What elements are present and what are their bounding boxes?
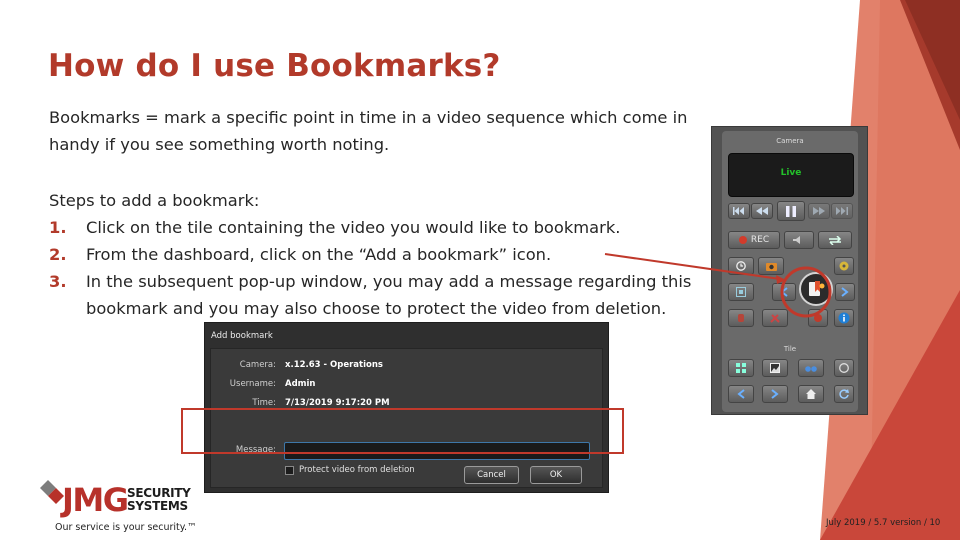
grid-icon (736, 363, 746, 373)
info-button[interactable] (834, 309, 854, 327)
tile-sequence-button[interactable] (798, 359, 824, 377)
tile-next-button[interactable] (762, 385, 788, 403)
tile-layout-button[interactable] (728, 359, 754, 377)
time-label: Time: (252, 398, 276, 408)
logo-brand-line2: SYSTEMS (127, 499, 188, 513)
chevron-left-icon (737, 389, 745, 399)
skip-back-button[interactable] (728, 203, 750, 219)
intro-text: Bookmarks = mark a specific point in tim… (49, 108, 688, 154)
live-status: Live (780, 168, 802, 178)
record-icon (738, 236, 747, 244)
info-icon (838, 312, 850, 324)
skip-back-icon (733, 207, 744, 215)
camera-panel-title: Camera (776, 137, 804, 145)
username-value: Admin (285, 379, 316, 389)
step-number: 2. (49, 245, 67, 264)
live-display: Live (728, 153, 854, 197)
step-number: 1. (49, 218, 67, 237)
logo-brand-text: SECURITY SYSTEMS (127, 487, 191, 513)
export-button[interactable] (834, 257, 854, 275)
username-label: Username: (229, 379, 276, 389)
cancel-button[interactable]: Cancel (464, 466, 519, 484)
mute-icon (793, 236, 800, 244)
home-icon (806, 389, 816, 399)
fullscreen-button[interactable] (728, 283, 754, 301)
record-button[interactable]: REC (728, 231, 780, 249)
tile-refresh-button[interactable] (834, 385, 854, 403)
step-text: From the dashboard, click on the “Add a … (86, 245, 552, 264)
logo-tagline: Our service is your security.™ (55, 522, 197, 533)
fast-forward-button[interactable] (808, 203, 830, 219)
tools-icon (770, 314, 780, 323)
rewind-button[interactable] (751, 203, 773, 219)
alarm-button[interactable] (808, 309, 828, 327)
logo-brand-main: JMG (62, 481, 129, 519)
pause-button[interactable] (777, 201, 805, 221)
footer-text: July 2019 / 5.7 version / 10 (826, 518, 941, 528)
protect-video-label: Protect video from deletion (299, 465, 415, 475)
refresh-icon (839, 389, 849, 399)
tools-button[interactable] (762, 309, 788, 327)
tile-section-label: Tile (783, 345, 797, 353)
time-button[interactable] (728, 257, 754, 275)
hand-icon (738, 314, 744, 322)
snapshot-button[interactable] (758, 257, 784, 275)
slide-title: How do I use Bookmarks? (48, 48, 501, 84)
tile-clear-button[interactable] (834, 359, 854, 377)
clear-icon (839, 363, 849, 373)
bookmark-icon (809, 281, 825, 296)
message-highlight-box (181, 408, 624, 454)
step-item: 2. From the dashboard, click on the “Add… (49, 241, 729, 268)
camera-dashboard-panel: Camera Live REC Tile (711, 126, 868, 415)
switch-button[interactable] (818, 231, 852, 249)
disc-icon (839, 261, 849, 271)
steps-heading: Steps to add a bookmark: (49, 191, 260, 210)
tile-image-button[interactable] (762, 359, 788, 377)
step-number: 3. (49, 272, 67, 291)
chevron-right-icon (771, 389, 779, 399)
step-item: 1. Click on the tile containing the vide… (49, 214, 729, 241)
fast-forward-icon (813, 207, 825, 215)
record-label: REC (750, 235, 770, 245)
previous-button[interactable] (772, 283, 796, 301)
skip-forward-button[interactable] (831, 203, 853, 219)
steps-list: Steps to add a bookmark: 1. Click on the… (49, 187, 729, 322)
fullscreen-icon (736, 287, 746, 297)
pause-icon (786, 205, 796, 217)
audio-button[interactable] (784, 231, 814, 249)
image-icon (770, 363, 780, 373)
camera-value: x.12.63 - Operations (285, 360, 383, 370)
tile-home-button[interactable] (798, 385, 824, 403)
step-text: In the subsequent pop-up window, you may… (86, 272, 692, 318)
step-item: 3. In the subsequent pop-up window, you … (49, 268, 729, 322)
ok-button[interactable]: OK (530, 466, 582, 484)
alarm-icon (814, 314, 822, 322)
next-button[interactable] (835, 283, 855, 301)
add-bookmark-button[interactable] (799, 272, 833, 306)
binoculars-icon (805, 366, 817, 372)
camera-controls: Camera Live REC Tile (722, 131, 858, 412)
swap-icon (829, 235, 842, 245)
step-text: Click on the tile containing the video y… (86, 218, 621, 237)
tile-previous-button[interactable] (728, 385, 754, 403)
protect-video-checkbox[interactable] (285, 466, 294, 475)
ptz-button[interactable] (728, 309, 754, 327)
camera-snapshot-icon (765, 263, 777, 271)
slide: How do I use Bookmarks? Bookmarks = mark… (0, 0, 960, 540)
jmg-logo: JMG SECURITY SYSTEMS Our service is your… (38, 476, 198, 536)
chevron-right-icon (841, 287, 849, 297)
clock-icon (736, 261, 746, 271)
chevron-left-icon (780, 287, 788, 297)
camera-label: Camera: (239, 360, 276, 370)
dialog-title: Add bookmark (211, 331, 273, 341)
skip-forward-icon (836, 207, 848, 215)
rewind-icon (756, 207, 768, 215)
time-value: 7/13/2019 9:17:20 PM (285, 398, 390, 408)
